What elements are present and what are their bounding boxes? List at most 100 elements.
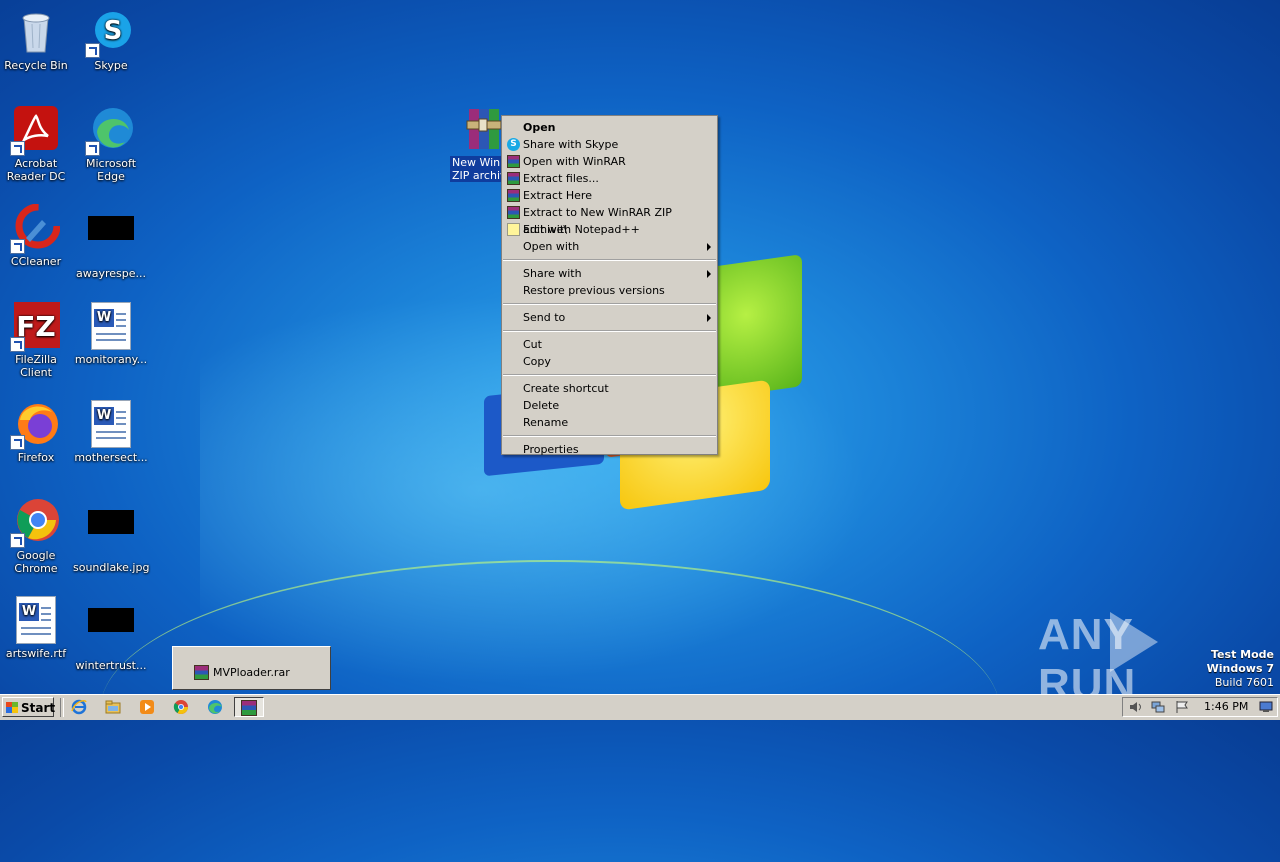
- menu-item-label: Delete: [523, 399, 560, 412]
- explorer-icon: [105, 700, 121, 714]
- desktop-icon-label: Acrobat Reader DC: [6, 157, 66, 183]
- flag-icon[interactable]: [1175, 701, 1189, 713]
- winrar-icon: [507, 206, 520, 219]
- taskbar-explorer[interactable]: [100, 697, 126, 717]
- menu-item-create-shortcut[interactable]: Create shortcut: [502, 380, 717, 397]
- shortcut-arrow-icon: [10, 337, 25, 352]
- desktop-icon-label: FileZilla Client: [15, 353, 57, 379]
- image-file-icon: [87, 216, 135, 264]
- desktop-icon-word-doc[interactable]: W mothersect...: [73, 400, 149, 464]
- menu-item-label: Properties: [523, 443, 579, 456]
- test-mode-notice: Test Mode Windows 7 Build 7601: [1206, 648, 1274, 689]
- menu-item-send-to[interactable]: Send to: [502, 309, 717, 326]
- desktop-icon-label: monitorany...: [74, 353, 148, 366]
- word-doc-icon: W: [87, 302, 135, 350]
- recycle-bin-icon: [12, 8, 60, 56]
- show-desktop-icon[interactable]: [1259, 701, 1273, 713]
- desktop-icon-acrobat[interactable]: Acrobat Reader DC: [0, 106, 74, 183]
- menu-item-copy[interactable]: Copy: [502, 353, 717, 370]
- taskbar-clock[interactable]: 1:46 PM: [1204, 698, 1248, 716]
- desktop-icon-label: Firefox: [17, 451, 55, 464]
- shortcut-arrow-icon: [85, 141, 100, 156]
- shortcut-arrow-icon: [10, 239, 25, 254]
- winrar-icon: [194, 665, 209, 680]
- desktop-icon-label: Google Chrome: [14, 549, 58, 575]
- edge-icon: [208, 700, 222, 714]
- menu-item-rename[interactable]: Rename: [502, 414, 717, 431]
- firefox-icon: [10, 400, 60, 450]
- system-tray: 1:46 PM: [1122, 697, 1278, 717]
- filezilla-icon: FZ: [10, 302, 60, 352]
- menu-item-label: Open with WinRAR: [523, 155, 626, 168]
- menu-item-label: Share with Skype: [523, 138, 619, 151]
- menu-item-properties[interactable]: Properties: [502, 441, 717, 458]
- desktop-icon-image-file[interactable]: wintertrust...: [73, 596, 149, 672]
- desktop-icon-label: artswife.rtf: [5, 647, 67, 660]
- menu-separator: [503, 303, 716, 305]
- taskbar-ie[interactable]: [66, 697, 92, 717]
- desktop-icon-word-doc[interactable]: W monitorany...: [73, 302, 149, 366]
- desktop-icon-label: mothersect...: [74, 451, 148, 464]
- taskbar: Start 1:46 PM: [0, 694, 1280, 720]
- winrar-icon: [507, 155, 520, 168]
- desktop-icon-recycle-bin[interactable]: Recycle Bin: [0, 8, 74, 72]
- menu-item-label: Open: [523, 121, 556, 134]
- menu-item-share-with[interactable]: Share with: [502, 265, 717, 282]
- menu-item-open-with-winrar[interactable]: Open with WinRAR: [502, 153, 717, 170]
- desktop-icon-image-file[interactable]: awayrespe...: [73, 204, 149, 280]
- media-player-icon: [140, 700, 154, 714]
- desktop-icon-word-doc[interactable]: W artswife.rtf: [0, 596, 74, 660]
- edge-icon: [85, 106, 135, 156]
- selected-icon-label: New WinR ZIP archiv: [450, 156, 506, 182]
- taskbar-winrar[interactable]: [234, 697, 264, 717]
- desktop-icon-label: Recycle Bin: [4, 59, 68, 72]
- menu-item-label: Copy: [523, 355, 551, 368]
- winrar-icon: [507, 172, 520, 185]
- taskbar-chrome[interactable]: [168, 697, 194, 717]
- speaker-icon[interactable]: [1129, 701, 1143, 713]
- context-menu: Open S Share with Skype Open with WinRAR Ext…: [501, 115, 718, 458]
- start-button[interactable]: Start: [2, 697, 55, 717]
- desktop-icon-label: awayrespe...: [75, 267, 146, 280]
- menu-item-cut[interactable]: Cut: [502, 336, 717, 353]
- image-file-icon: [87, 510, 135, 558]
- chrome-icon: [173, 700, 188, 714]
- menu-separator: [503, 259, 716, 261]
- menu-separator: [503, 435, 716, 437]
- desktop-icon-firefox[interactable]: Firefox: [0, 400, 74, 464]
- menu-item-label: Create shortcut: [523, 382, 609, 395]
- menu-item-edit-with-notepad[interactable]: Edit with Notepad++: [502, 221, 717, 238]
- taskbar-edge[interactable]: [202, 697, 228, 717]
- windows-flag-icon: [6, 702, 18, 713]
- taskbar-media-player[interactable]: [134, 697, 160, 717]
- menu-item-extract-to-new-winrar-zip-archive[interactable]: Extract to New WinRAR ZIP archive\: [502, 204, 717, 236]
- desktop-icon-image-file[interactable]: soundlake.jpg: [73, 498, 149, 574]
- winrar-icon: [241, 700, 257, 716]
- desktop-icon-label: CCleaner: [10, 255, 62, 268]
- chrome-icon: [10, 498, 60, 548]
- menu-item-delete[interactable]: Delete: [502, 397, 717, 414]
- desktop-icon-skype[interactable]: S Skype: [73, 8, 149, 72]
- menu-item-share-with-skype[interactable]: S Share with Skype: [502, 136, 717, 153]
- skype-icon: S: [507, 138, 520, 151]
- ccleaner-icon: [10, 203, 61, 254]
- menu-item-restore-previous-versions[interactable]: Restore previous versions: [502, 282, 717, 299]
- submenu-arrow-icon: [707, 243, 711, 251]
- desktop-icon-label: Skype: [94, 59, 128, 72]
- desktop-icon-ccleaner[interactable]: CCleaner: [0, 203, 74, 268]
- anyrun-play-logo-icon: [1110, 612, 1158, 672]
- network-icon[interactable]: [1151, 701, 1165, 713]
- desktop-icon-filezilla[interactable]: FZ FileZilla Client: [0, 302, 74, 379]
- notepadpp-icon: [507, 223, 520, 236]
- skype-icon: S: [85, 8, 135, 58]
- acrobat-icon: [10, 106, 60, 156]
- desktop-icon-chrome[interactable]: Google Chrome: [0, 498, 74, 575]
- menu-item-extract-files[interactable]: Extract files...: [502, 170, 717, 187]
- taskbar-thumbnail-preview[interactable]: MVPloader.rar: [172, 646, 331, 690]
- preview-label: MVPloader.rar: [213, 666, 290, 679]
- taskbar-separator: [60, 698, 64, 717]
- menu-item-open[interactable]: Open: [502, 119, 717, 136]
- desktop-icon-edge[interactable]: Microsoft Edge: [73, 106, 149, 183]
- menu-item-extract-here[interactable]: Extract Here: [502, 187, 717, 204]
- menu-item-open-with[interactable]: Open with: [502, 238, 717, 255]
